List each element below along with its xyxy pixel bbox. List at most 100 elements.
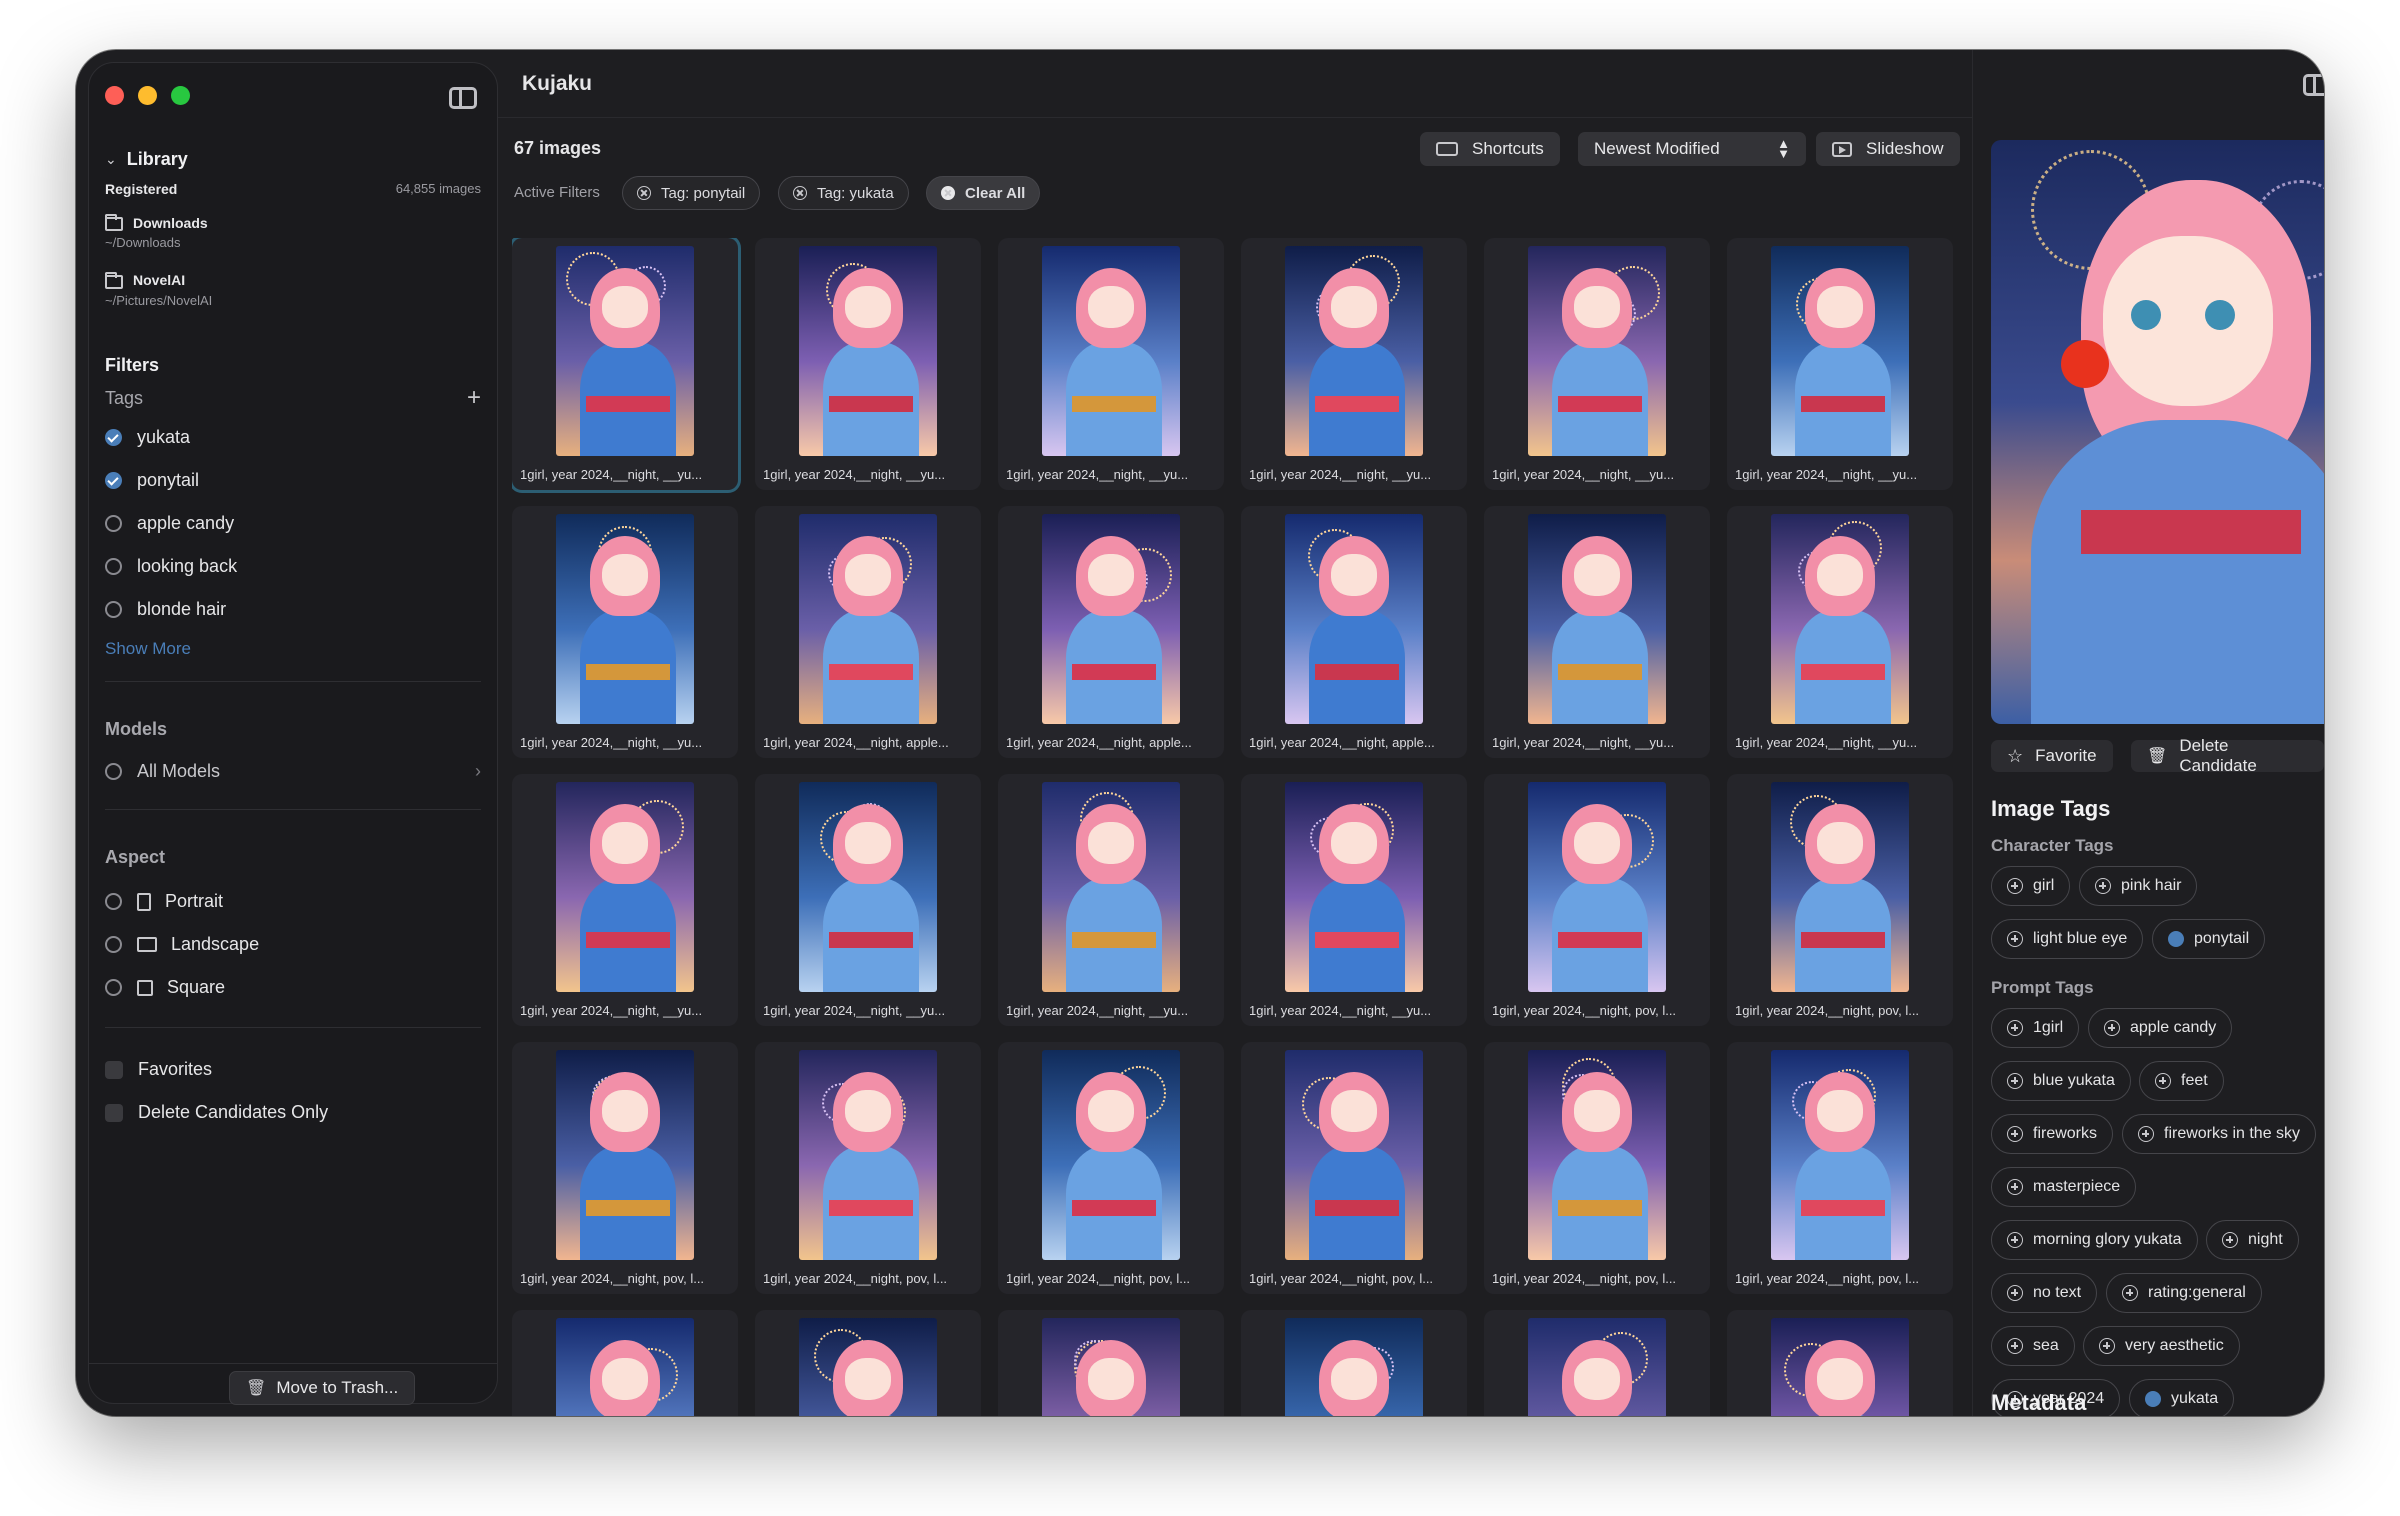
tag-chip-feet[interactable]: feet [2139, 1061, 2224, 1101]
favorites-toggle[interactable]: Favorites [105, 1048, 481, 1091]
favorite-button[interactable]: ☆ Favorite [1991, 740, 2113, 772]
image-thumbnail[interactable] [1484, 1310, 1710, 1416]
tag-chip-label: fireworks in the sky [2164, 1125, 2301, 1142]
close-window-button[interactable] [105, 86, 124, 105]
filter-chip-yukata[interactable]: Tag: yukata [778, 176, 909, 210]
clear-all-label: Clear All [965, 184, 1026, 202]
tag-filter-yukata[interactable]: yukata [105, 416, 481, 459]
delete-candidate-button[interactable]: 🗑 Delete Candidate [2131, 736, 2324, 775]
image-thumbnail[interactable]: 1girl, year 2024,__night, __yu... [1484, 506, 1710, 758]
image-thumbnail[interactable]: 1girl, year 2024,__night, __yu... [1241, 238, 1467, 490]
aspect-square[interactable]: Square [105, 966, 481, 1009]
landscape-icon [137, 937, 157, 952]
divider [105, 809, 481, 810]
image-thumbnail[interactable]: 1girl, year 2024,__night, pov, l... [1484, 774, 1710, 1026]
tag-chip-rating-general[interactable]: rating:general [2106, 1273, 2262, 1313]
thumbnail-caption: 1girl, year 2024,__night, __yu... [520, 735, 703, 750]
all-models-item[interactable]: All Models › [105, 750, 481, 793]
image-thumbnail[interactable]: 1girl, year 2024,__night, pov, l... [998, 1042, 1224, 1294]
image-thumbnail[interactable]: 1girl, year 2024,__night, __yu... [755, 774, 981, 1026]
image-thumbnail[interactable]: 1girl, year 2024,__night, __yu... [998, 774, 1224, 1026]
filter-chip-ponytail[interactable]: Tag: ponytail [622, 176, 761, 210]
image-thumbnail[interactable]: 1girl, year 2024,__night, pov, l... [1484, 1042, 1710, 1294]
thumbnail-caption: 1girl, year 2024,__night, __yu... [1735, 467, 1918, 482]
tag-chip-label: very aesthetic [2125, 1337, 2224, 1354]
image-thumbnail[interactable]: 1girl, year 2024,__night, __yu... [1241, 774, 1467, 1026]
thumbnail-image [1528, 1318, 1666, 1416]
image-thumbnail[interactable]: 1girl, year 2024,__night, apple... [998, 506, 1224, 758]
thumbnail-image [556, 782, 694, 992]
thumbnail-caption: 1girl, year 2024,__night, __yu... [1006, 1003, 1189, 1018]
folder-item-downloads[interactable]: Downloads ~/Downloads [105, 214, 481, 250]
image-thumbnail[interactable]: 1girl, year 2024,__night, apple... [1241, 506, 1467, 758]
image-thumbnail[interactable]: 1girl, year 2024,__night, pov, l... [755, 1042, 981, 1294]
image-thumbnail[interactable]: 1girl, year 2024,__night, pov, l... [1727, 774, 1953, 1026]
tag-chip-light-blue-eye[interactable]: light blue eye [1991, 919, 2144, 959]
folder-icon [105, 214, 123, 232]
folder-item-novelai[interactable]: NovelAI ~/Pictures/NovelAI [105, 271, 481, 308]
tag-chip-morning-glory-yukata[interactable]: morning glory yukata [1991, 1220, 2198, 1260]
registered-count: 64,855 images [395, 181, 481, 196]
image-thumbnail[interactable]: 1girl, year 2024,__night, pov, l... [1241, 1042, 1467, 1294]
image-thumbnail[interactable]: 1girl, year 2024,__night, __yu... [1727, 506, 1953, 758]
image-thumbnail[interactable]: 1girl, year 2024,__night, __yu... [512, 774, 738, 1026]
image-thumbnail[interactable]: 1girl, year 2024,__night, apple... [755, 506, 981, 758]
thumbnail-image [1771, 514, 1909, 724]
tag-chip-fireworks[interactable]: fireworks [1991, 1114, 2114, 1154]
image-thumbnail[interactable]: 1girl, year 2024,__night, __yu... [755, 238, 981, 490]
tag-chip-masterpiece[interactable]: masterpiece [1991, 1167, 2137, 1207]
keyboard-icon [1436, 142, 1458, 156]
move-to-trash-button[interactable]: 🗑 Move to Trash... [229, 1371, 416, 1405]
tag-label: ponytail [137, 470, 200, 490]
image-thumbnail[interactable]: 1girl, year 2024,__night, pov, l... [512, 1042, 738, 1294]
image-thumbnail[interactable]: 1girl, year 2024,__night, __yu... [512, 238, 738, 490]
tag-chip-fireworks-in-the-sky[interactable]: fireworks in the sky [2122, 1114, 2317, 1154]
aspect-portrait[interactable]: Portrait [105, 880, 481, 923]
delete-candidates-toggle[interactable]: Delete Candidates Only [105, 1091, 481, 1134]
show-more-link[interactable]: Show More [105, 639, 481, 659]
library-header[interactable]: ⌄ Library [105, 143, 481, 175]
sort-select[interactable]: Newest Modified ▲ ▼ [1578, 132, 1806, 166]
image-thumbnail[interactable]: 1girl, year 2024,__night, __yu... [1484, 238, 1710, 490]
inspector-toggle-icon[interactable] [2303, 74, 2324, 96]
tag-chip-apple-candy[interactable]: apple candy [2088, 1008, 2233, 1048]
thumbnail-caption: 1girl, year 2024,__night, __yu... [520, 467, 703, 482]
image-thumbnail[interactable] [512, 1310, 738, 1416]
image-thumbnail[interactable]: 1girl, year 2024,__night, __yu... [512, 506, 738, 758]
image-thumbnail[interactable] [755, 1310, 981, 1416]
image-thumbnail[interactable] [1241, 1310, 1467, 1416]
tag-chip-blue-yukata[interactable]: blue yukata [1991, 1061, 2131, 1101]
zoom-window-button[interactable] [171, 86, 190, 105]
preview-image[interactable] [1991, 140, 2324, 724]
tag-filter-looking-back[interactable]: looking back [105, 545, 481, 588]
tag-filter-apple-candy[interactable]: apple candy [105, 502, 481, 545]
tag-chip-ponytail[interactable]: ponytail [2152, 919, 2266, 959]
tag-chip-night[interactable]: night [2206, 1220, 2299, 1260]
tag-chip-girl[interactable]: girl [1991, 866, 2071, 906]
minimize-window-button[interactable] [138, 86, 157, 105]
aspect-landscape[interactable]: Landscape [105, 923, 481, 966]
tag-chip-yukata[interactable]: yukata [2129, 1379, 2235, 1416]
tag-chip-no-text[interactable]: no text [1991, 1273, 2098, 1313]
tag-chip-1girl[interactable]: 1girl [1991, 1008, 2080, 1048]
add-icon [2138, 1126, 2154, 1142]
add-tag-icon[interactable]: + [467, 386, 481, 410]
thumbnail-caption: 1girl, year 2024,__night, __yu... [1249, 467, 1432, 482]
shortcuts-button[interactable]: Shortcuts [1420, 132, 1560, 166]
tag-filter-blonde-hair[interactable]: blonde hair [105, 588, 481, 631]
toolbar: Kujaku [498, 50, 1972, 118]
image-thumbnail[interactable]: 1girl, year 2024,__night, __yu... [998, 238, 1224, 490]
tag-chip-very-aesthetic[interactable]: very aesthetic [2083, 1326, 2240, 1366]
slideshow-button[interactable]: Slideshow [1816, 132, 1960, 166]
thumbnail-image [1042, 514, 1180, 724]
image-thumbnail[interactable]: 1girl, year 2024,__night, pov, l... [1727, 1042, 1953, 1294]
clear-icon [941, 186, 955, 200]
image-thumbnail[interactable] [1727, 1310, 1953, 1416]
tag-filter-ponytail[interactable]: ponytail [105, 459, 481, 502]
tag-chip-sea[interactable]: sea [1991, 1326, 2075, 1366]
image-thumbnail[interactable] [998, 1310, 1224, 1416]
tag-chip-pink-hair[interactable]: pink hair [2079, 866, 2198, 906]
image-thumbnail[interactable]: 1girl, year 2024,__night, __yu... [1727, 238, 1953, 490]
sidebar-toggle-icon[interactable] [449, 87, 477, 109]
clear-all-button[interactable]: Clear All [926, 176, 1041, 210]
